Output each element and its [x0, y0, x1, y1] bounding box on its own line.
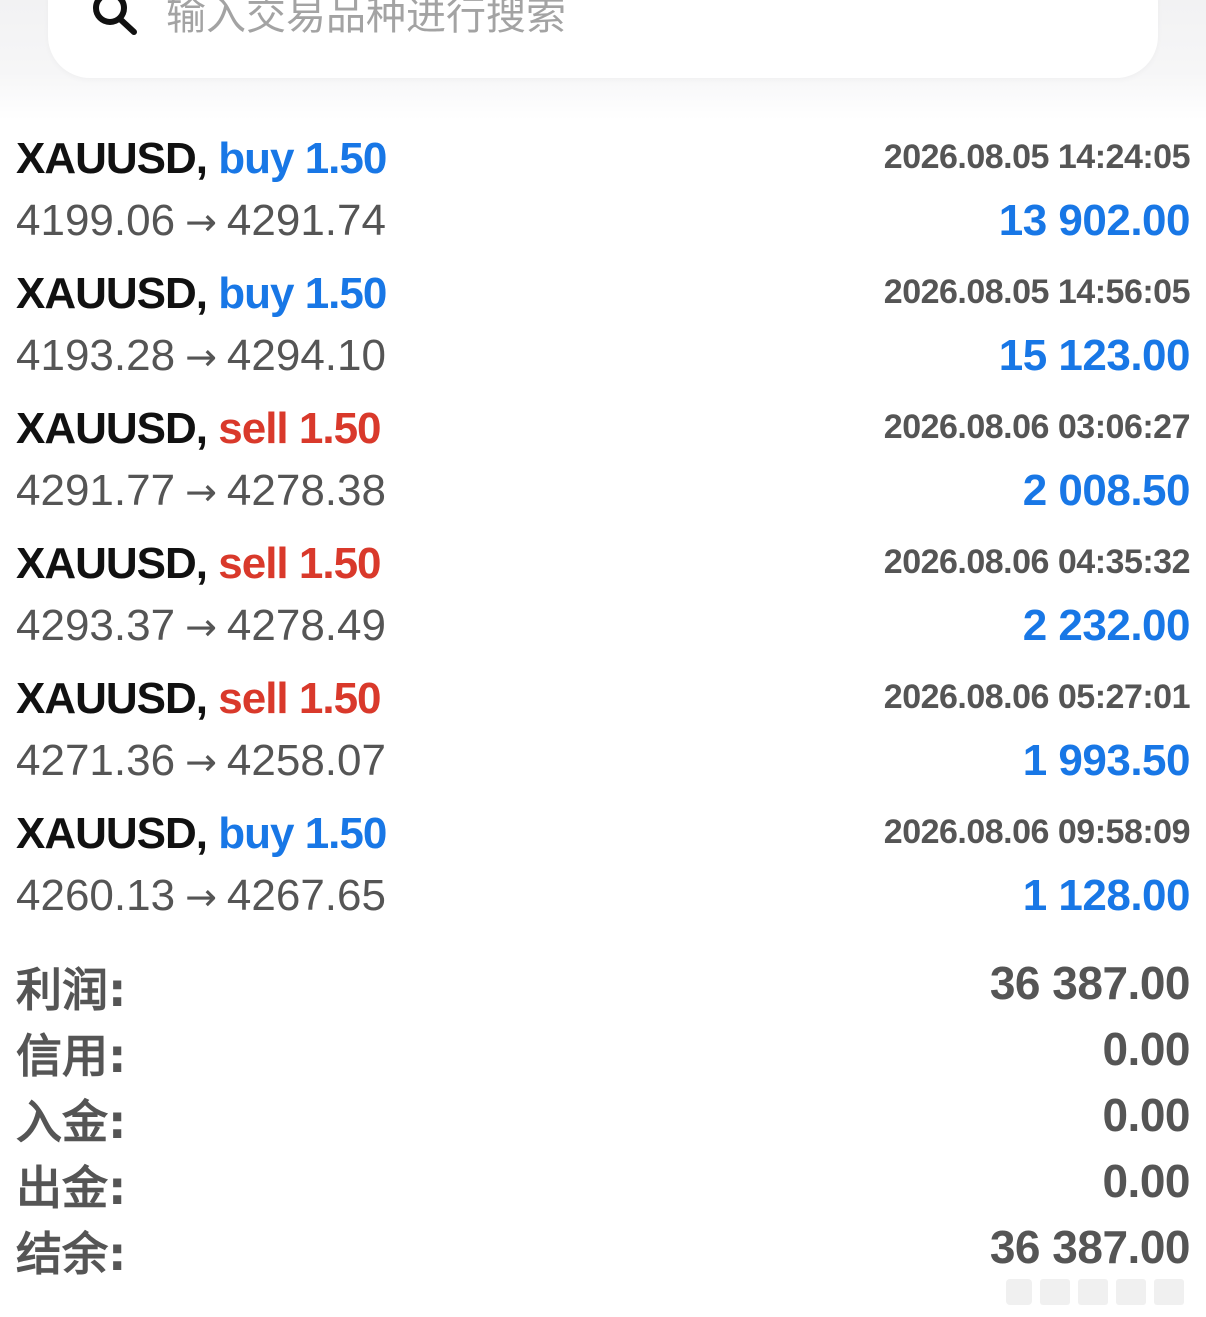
trade-direction-volume: buy 1.50 [218, 269, 387, 318]
open-price: 4199.06 [16, 196, 176, 245]
trade-title: XAUUSD, sell 1.50 [16, 674, 382, 724]
summary-row-withdrawal: 出金: 0.00 [0, 1148, 1206, 1215]
summary-label: 利润: [16, 963, 127, 1017]
close-price: 4267.65 [226, 871, 386, 920]
summary-row-deposit: 入金: 0.00 [0, 1082, 1206, 1149]
trade-row[interactable]: XAUUSD, buy 1.50 2026.08.05 14:56:05 419… [0, 263, 1206, 398]
summary-value: 0.00 [1102, 1155, 1190, 1207]
trade-direction-volume: buy 1.50 [218, 809, 387, 858]
trade-time: 2026.08.06 04:35:32 [883, 543, 1191, 581]
trade-direction-volume: sell 1.50 [218, 539, 381, 588]
trade-time: 2026.08.06 05:27:01 [883, 678, 1191, 716]
open-price: 4293.37 [16, 601, 176, 650]
trade-symbol: XAUUSD, [16, 539, 208, 588]
trade-direction-volume: sell 1.50 [218, 674, 381, 723]
trade-title: XAUUSD, sell 1.50 [16, 539, 382, 589]
summary-label: 出金: [16, 1161, 127, 1215]
summary-value: 36 387.00 [989, 1221, 1191, 1273]
account-summary: 利润: 36 387.00 信用: 0.00 入金: 0.00 出金: 0.00… [0, 950, 1206, 1281]
close-price: 4278.49 [226, 601, 386, 650]
trade-time: 2026.08.05 14:24:05 [883, 138, 1191, 176]
trade-prices: 4291.77 → 4278.38 [16, 466, 386, 516]
trade-profit: 13 902.00 [998, 196, 1191, 245]
trade-history-list: XAUUSD, buy 1.50 2026.08.05 14:24:05 419… [0, 128, 1206, 938]
trade-profit: 2 008.50 [1022, 466, 1191, 515]
trade-title: XAUUSD, buy 1.50 [16, 809, 387, 859]
trade-symbol: XAUUSD, [16, 674, 208, 723]
summary-value: 36 387.00 [989, 957, 1191, 1009]
watermark-graphic [1006, 1279, 1184, 1305]
open-price: 4260.13 [16, 871, 176, 920]
trade-prices: 4293.37 → 4278.49 [16, 601, 386, 651]
trade-prices: 4193.28 → 4294.10 [16, 331, 386, 381]
search-icon[interactable] [88, 0, 142, 40]
trade-row[interactable]: XAUUSD, buy 1.50 2026.08.05 14:24:05 419… [0, 128, 1206, 263]
trade-profit: 1 128.00 [1022, 871, 1191, 920]
trade-time: 2026.08.05 14:56:05 [883, 273, 1191, 311]
trade-symbol: XAUUSD, [16, 404, 208, 453]
close-price: 4291.74 [226, 196, 386, 245]
arrow-right-icon: → [185, 875, 217, 919]
trade-direction-volume: sell 1.50 [218, 404, 381, 453]
summary-value: 0.00 [1102, 1089, 1190, 1141]
trade-prices: 4260.13 → 4267.65 [16, 871, 386, 921]
summary-row-profit: 利润: 36 387.00 [0, 950, 1206, 1017]
arrow-right-icon: → [185, 200, 217, 244]
summary-row-credit: 信用: 0.00 [0, 1016, 1206, 1083]
open-price: 4291.77 [16, 466, 176, 515]
trade-prices: 4199.06 → 4291.74 [16, 196, 386, 246]
summary-label: 信用: [16, 1029, 127, 1083]
search-input[interactable] [166, 0, 1066, 46]
trade-profit: 2 232.00 [1022, 601, 1191, 650]
trade-title: XAUUSD, sell 1.50 [16, 404, 382, 454]
open-price: 4193.28 [16, 331, 176, 380]
close-price: 4278.38 [226, 466, 386, 515]
arrow-right-icon: → [185, 740, 217, 784]
close-price: 4294.10 [226, 331, 386, 380]
trade-prices: 4271.36 → 4258.07 [16, 736, 386, 786]
trade-title: XAUUSD, buy 1.50 [16, 134, 387, 184]
summary-row-balance: 结余: 36 387.00 [0, 1214, 1206, 1281]
trade-profit: 1 993.50 [1022, 736, 1191, 785]
summary-label: 结余: [16, 1227, 127, 1281]
trade-symbol: XAUUSD, [16, 134, 208, 183]
trade-row[interactable]: XAUUSD, sell 1.50 2026.08.06 04:35:32 42… [0, 533, 1206, 668]
trade-row[interactable]: XAUUSD, buy 1.50 2026.08.06 09:58:09 426… [0, 803, 1206, 938]
trade-row[interactable]: XAUUSD, sell 1.50 2026.08.06 03:06:27 42… [0, 398, 1206, 533]
trade-title: XAUUSD, buy 1.50 [16, 269, 387, 319]
trade-direction-volume: buy 1.50 [218, 134, 387, 183]
arrow-right-icon: → [185, 470, 217, 514]
trade-symbol: XAUUSD, [16, 809, 208, 858]
arrow-right-icon: → [185, 605, 217, 649]
trade-time: 2026.08.06 09:58:09 [883, 813, 1191, 851]
open-price: 4271.36 [16, 736, 176, 785]
trade-row[interactable]: XAUUSD, sell 1.50 2026.08.06 05:27:01 42… [0, 668, 1206, 803]
summary-label: 入金: [16, 1095, 127, 1149]
summary-value: 0.00 [1102, 1023, 1190, 1075]
trade-symbol: XAUUSD, [16, 269, 208, 318]
arrow-right-icon: → [185, 335, 217, 379]
trade-profit: 15 123.00 [998, 331, 1191, 380]
close-price: 4258.07 [226, 736, 386, 785]
trade-time: 2026.08.06 03:06:27 [883, 408, 1191, 446]
